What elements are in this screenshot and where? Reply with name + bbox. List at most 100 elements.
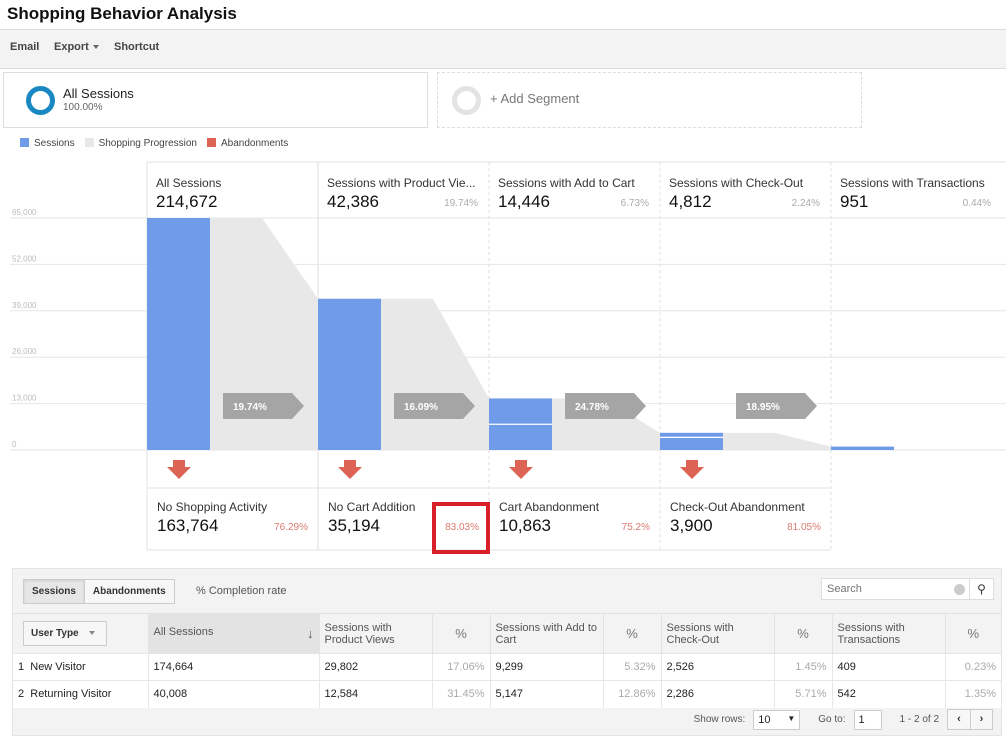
chart-legend: Sessions Shopping Progression Abandonmen… [20,138,288,149]
stage-name: Sessions with Product Vie... [327,176,476,190]
percent-cell: 17.06% [431,653,490,681]
highlight-annotation [432,502,490,554]
pagination: Show rows: 10 Go to: 1 1 - 2 of 2 ‹ › [694,709,993,730]
percent-cell: 5.32% [602,653,661,681]
col-percent[interactable]: % [773,613,832,654]
row-index: 1 [18,661,25,673]
sort-down-icon: ↓ [307,626,314,641]
export-button[interactable]: Export [54,41,99,53]
page-nav: ‹ › [947,709,993,730]
percent-cell: 31.45% [431,680,490,708]
prev-page-icon[interactable]: ‹ [948,710,970,729]
funnel-stage-header: Sessions with Transactions 951 0.44% [840,176,999,224]
data-table-panel: Sessions Abandonments % Completion rate … [12,568,1002,736]
y-tick-label: 39,000 [12,301,37,310]
stage-name: All Sessions [156,176,222,190]
col-label: All Sessions [153,626,214,638]
stage-percent: 6.73% [620,198,649,209]
percent-cell: 12.86% [602,680,661,708]
value-cell: 2,286 [660,680,774,708]
abandon-arrow-icon [338,460,362,479]
y-tick-label: 0 [12,440,17,449]
legend-item-sessions: Sessions [20,138,75,149]
stage-percent: 2.24% [791,198,820,209]
stage-name: Sessions with Transactions [840,176,985,190]
col-transactions[interactable]: Sessions with Transactions [831,613,945,654]
row-index: 2 [18,688,25,701]
y-tick-label: 52,000 [12,254,37,263]
segment-name: All Sessions [63,86,134,101]
session-bar [660,432,723,450]
legend-swatch [206,138,216,147]
legend-swatch [84,138,94,147]
search-input[interactable] [822,579,952,599]
session-bar [831,446,894,450]
value-cell: 2,526 [660,653,774,681]
add-segment-label: + Add Segment [490,91,580,106]
shortcut-button[interactable]: Shortcut [114,41,159,53]
stage-percent: 0.44% [962,198,991,209]
dimension-header: User Type [13,613,148,654]
col-all-sessions[interactable]: All Sessions ↓ [147,613,319,654]
funnel-stage-header: Sessions with Add to Cart 14,446 6.73% [498,176,657,224]
goto-input[interactable]: 1 [853,709,882,730]
page-title: Shopping Behavior Analysis [7,4,237,23]
show-rows-select[interactable]: 10 [753,709,801,730]
clear-icon[interactable] [954,584,965,595]
abandonment-card[interactable]: Cart Abandonment 10,863 75.2% [499,500,658,548]
dimension-label: User Type [31,628,79,639]
progression-rate-label: 24.78% [575,402,609,413]
y-tick-label: 13,000 [12,394,37,403]
row-dimension[interactable]: 2 Returning Visitor [13,680,148,708]
legend-label: Abandonments [220,138,289,149]
progression-area [723,432,831,450]
value-cell: 409 [831,653,945,681]
user-type-dropdown[interactable]: User Type [23,621,107,646]
percent-cell: 5.71% [773,680,832,708]
col-add-to-cart[interactable]: Sessions with Add to Cart [489,613,603,654]
segment-all-sessions[interactable]: All Sessions 100.00% [3,72,428,128]
percent-cell: 0.23% [944,653,1001,681]
segment-ring-icon [26,86,55,115]
abandon-percent: 75.2% [621,522,650,533]
col-percent[interactable]: % [431,613,490,654]
show-rows-label: Show rows: [693,714,746,725]
search-box: ⚲ [821,578,994,600]
segment-percent: 100.00% [63,102,103,113]
table-row[interactable]: 2 Returning Visitor 40,008 12,584 31.45% 5,1… [13,680,1001,708]
legend-swatch [20,138,29,147]
abandonment-card[interactable]: No Shopping Activity 163,764 76.29% [157,500,316,548]
page-range: 1 - 2 of 2 [899,714,939,725]
email-button[interactable]: Email [10,41,39,53]
y-tick-label: 65,000 [12,208,37,217]
value-cell: 12,584 [318,680,432,708]
percent-cell: 1.35% [944,680,1001,708]
add-segment-button[interactable]: + Add Segment [437,72,862,128]
goto-label: Go to: [818,714,846,725]
col-percent[interactable]: % [602,613,661,654]
progression-rate-label: 19.74% [233,402,267,413]
stage-value: 214,672 [156,192,218,211]
row-name: New Visitor [30,661,86,673]
value-cell: 542 [831,680,945,708]
tab-abandonments[interactable]: Abandonments [83,580,174,603]
chevron-down-icon [88,631,95,636]
next-page-icon[interactable]: › [970,710,992,729]
search-icon[interactable]: ⚲ [969,579,993,599]
col-percent[interactable]: % [944,613,1001,654]
legend-label: Shopping Progression [98,138,197,149]
table-row[interactable]: 1 New Visitor 174,664 29,802 17.06% 9,299 5.3… [13,653,1001,681]
abandon-percent: 76.29% [274,522,308,533]
col-check-out[interactable]: Sessions with Check-Out [660,613,774,654]
session-bar [318,298,381,450]
abandonment-card[interactable]: Check-Out Abandonment 3,900 81.05% [670,500,829,548]
col-product-views[interactable]: Sessions with Product Views [318,613,432,654]
abandon-name: Cart Abandonment [499,500,600,514]
abandon-arrow-icon [167,460,191,479]
stage-name: Sessions with Check-Out [669,176,804,190]
data-table: User Type All Sessions ↓ Sessions with Pr… [13,613,1001,708]
progression-rate-label: 18.95% [746,402,780,413]
completion-rate-toggle[interactable]: % Completion rate [196,585,287,597]
row-dimension[interactable]: 1 New Visitor [13,653,148,681]
tab-sessions[interactable]: Sessions [24,580,84,603]
